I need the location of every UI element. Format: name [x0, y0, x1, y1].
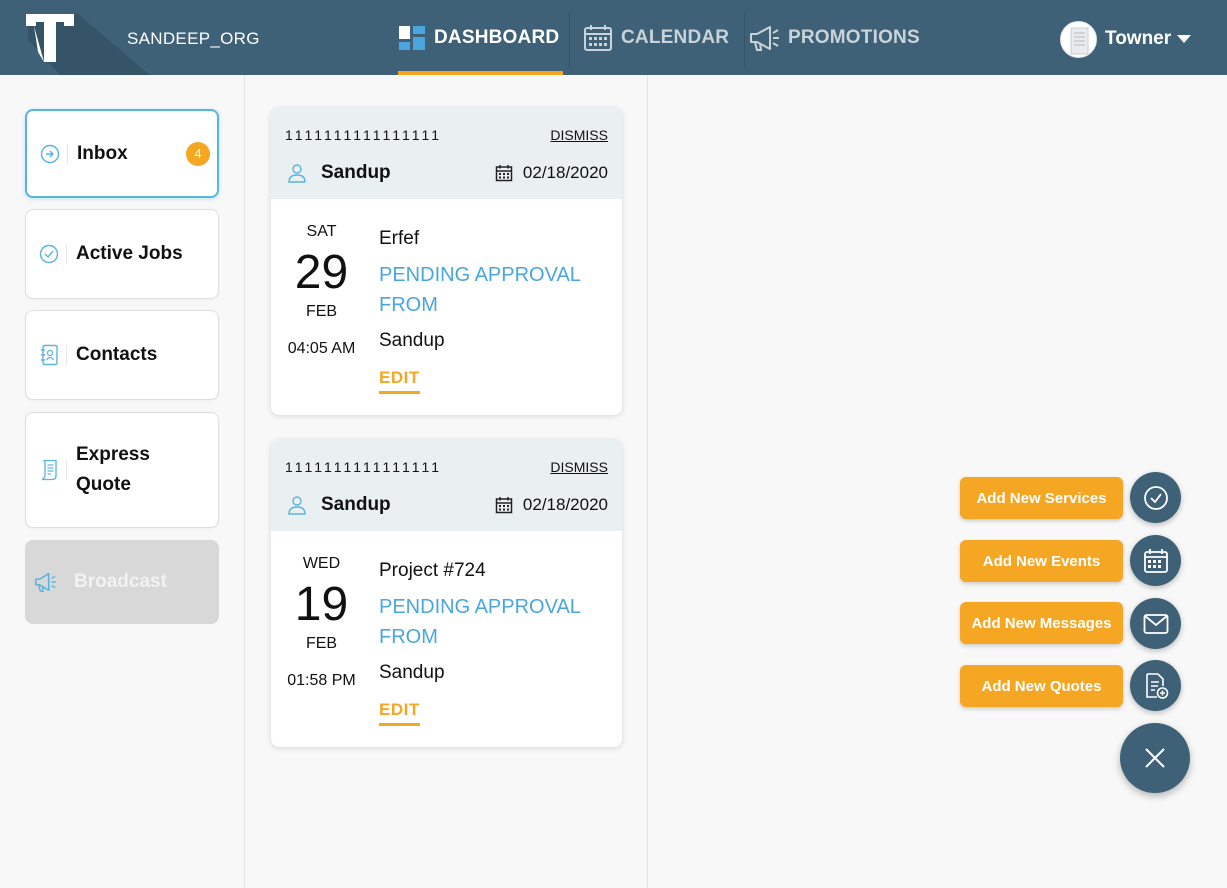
nav-divider [569, 12, 570, 68]
item-divider [66, 244, 67, 264]
dismiss-link[interactable]: DISMISS [550, 459, 608, 475]
client-name: Sandup [321, 494, 391, 515]
chevron-down-icon [1177, 35, 1192, 43]
nav-divider [744, 12, 745, 68]
add-new-services-button[interactable]: Add New Services [960, 477, 1123, 519]
time: 01:58 PM [287, 672, 356, 689]
add-new-quotes-button[interactable]: Add New Quotes [960, 665, 1123, 707]
client: Sandup [287, 162, 391, 184]
card-header: 1111111111111111 DISMISS Sandup 02/18/20… [271, 108, 622, 199]
calendar-icon [1143, 548, 1168, 573]
check-circle-icon [37, 242, 61, 266]
sidebar-item-contacts[interactable]: Contacts [25, 310, 219, 400]
sidebar-item-label: Broadcast [74, 571, 167, 592]
edit-link[interactable]: EDIT [379, 700, 420, 726]
tab-dashboard-label: DASHBOARD [434, 26, 560, 48]
calendar-icon [495, 165, 513, 182]
card-body: WED 19 FEB 01:58 PM Project #724 PENDING… [271, 531, 622, 747]
item-divider [66, 460, 67, 480]
card-date-text: 02/18/2020 [522, 163, 608, 182]
close-icon [1145, 748, 1165, 768]
user-menu[interactable]: Towner [1060, 20, 1192, 58]
check-circle-icon [1143, 485, 1168, 510]
add-quotes-fab[interactable] [1130, 660, 1181, 711]
user-icon [288, 164, 306, 183]
inbox-count-badge: 4 [186, 141, 210, 166]
sidebar-item-label: Active Jobs [76, 243, 183, 264]
add-document-icon [1145, 672, 1168, 699]
dismiss-link[interactable]: DISMISS [550, 127, 608, 143]
avatar-image [1070, 27, 1089, 54]
client: Sandup [287, 494, 391, 516]
tab-calendar-label: CALENDAR [621, 26, 730, 48]
calendar-icon [495, 497, 513, 514]
sidebar-item-label: Contacts [76, 344, 158, 365]
add-new-events-button[interactable]: Add New Events [960, 540, 1123, 582]
item-divider [67, 143, 68, 164]
sidebar-item-inbox[interactable]: Inbox 4 [25, 109, 219, 198]
job-card: 1111111111111111 DISMISS Sandup 02/18/20… [271, 440, 622, 747]
address-book-icon [37, 343, 61, 367]
megaphone-icon [33, 570, 57, 594]
envelope-icon [1143, 613, 1168, 634]
add-events-fab[interactable] [1130, 535, 1181, 586]
time: 04:05 AM [287, 340, 356, 357]
month: FEB [305, 635, 338, 652]
client-name: Sandup [321, 162, 391, 183]
status-text: PENDING APPROVAL FROM [379, 596, 581, 648]
user-name: Towner [1105, 28, 1172, 49]
item-divider [66, 345, 67, 365]
avatar [1060, 20, 1097, 58]
logo-t-icon [26, 14, 74, 62]
close-fab-button[interactable] [1120, 723, 1190, 793]
sidebar-item-label: Express Quote [76, 444, 150, 495]
add-messages-fab[interactable] [1130, 598, 1181, 649]
day-number: 29 [294, 246, 349, 299]
sidebar-item-active-jobs[interactable]: Active Jobs [25, 209, 219, 299]
job-card: 1111111111111111 DISMISS Sandup 02/18/20… [271, 108, 622, 415]
card-date-text: 02/18/2020 [522, 495, 608, 514]
card-header: 1111111111111111 DISMISS Sandup 02/18/20… [271, 440, 622, 531]
tab-dashboard[interactable]: DASHBOARD [398, 0, 563, 75]
dashboard-icon [399, 25, 425, 50]
tab-promotions-label: PROMOTIONS [788, 26, 920, 48]
approver-name: Sandup [379, 330, 445, 351]
user-icon [288, 496, 306, 515]
approver-name: Sandup [379, 662, 445, 683]
calendar-icon [584, 24, 612, 51]
tab-promotions[interactable]: PROMOTIONS [748, 0, 933, 75]
sidebar-item-broadcast: Broadcast [25, 540, 219, 624]
day-of-week: WED [302, 555, 341, 572]
org-name: SANDEEP_ORG [127, 29, 260, 48]
job-title: Project #724 [379, 560, 486, 581]
card-code: 1111111111111111 [285, 459, 442, 475]
add-new-messages-button[interactable]: Add New Messages [960, 602, 1123, 644]
day-of-week: SAT [306, 223, 337, 240]
status-text: PENDING APPROVAL FROM [379, 264, 581, 316]
top-navigation-bar: SANDEEP_ORG DASHBOARD CALENDAR PROMOTION… [0, 0, 1227, 75]
column-divider [647, 75, 648, 888]
card-date: 02/18/2020 [495, 163, 608, 183]
card-code: 1111111111111111 [285, 127, 442, 143]
quote-document-icon [37, 458, 61, 482]
add-services-fab[interactable] [1130, 472, 1181, 523]
sidebar-item-label: Inbox [77, 142, 128, 164]
month: FEB [305, 303, 338, 320]
tab-calendar[interactable]: CALENDAR [583, 0, 733, 75]
sidebar-item-express-quote[interactable]: Express Quote [25, 412, 219, 528]
card-body: SAT 29 FEB 04:05 AM Erfef PENDING APPROV… [271, 199, 622, 415]
card-date: 02/18/2020 [495, 495, 608, 515]
column-divider [244, 75, 245, 888]
edit-link[interactable]: EDIT [379, 368, 420, 394]
day-number: 19 [294, 578, 349, 631]
job-title: Erfef [379, 228, 420, 249]
arrow-circle-icon [38, 142, 62, 166]
megaphone-icon [750, 25, 779, 51]
